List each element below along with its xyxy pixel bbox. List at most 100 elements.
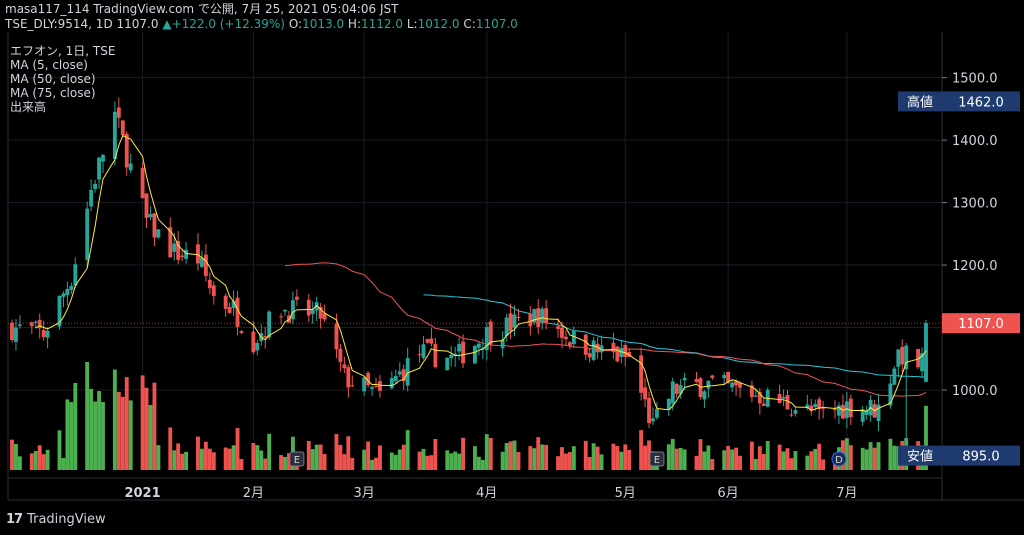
volume-bar xyxy=(57,430,62,470)
volume-bar xyxy=(259,450,264,470)
tradingview-brand[interactable]: 17 TradingView xyxy=(6,512,106,527)
candle-body xyxy=(37,320,42,329)
volume-bar xyxy=(544,444,549,470)
candle-body xyxy=(785,395,790,410)
candle-body xyxy=(267,311,272,338)
candle-body xyxy=(556,326,560,329)
volume-bar xyxy=(421,448,426,470)
volume-bar xyxy=(45,449,50,470)
volume-bar xyxy=(813,448,818,470)
candle-body xyxy=(239,330,244,333)
candle-body xyxy=(10,322,14,341)
open-label: O: xyxy=(288,17,303,31)
candle-body xyxy=(61,293,66,297)
volume-bar xyxy=(180,453,185,470)
candle-body xyxy=(310,309,315,314)
volume-bar xyxy=(876,442,881,470)
candle-body xyxy=(655,409,659,418)
candle-body xyxy=(294,296,299,300)
brand-name: TradingView xyxy=(27,512,106,527)
volume-bar xyxy=(73,382,78,470)
candle-body xyxy=(900,346,905,365)
volume-bar xyxy=(251,443,256,470)
volume-bar xyxy=(627,449,632,470)
candle-body xyxy=(101,154,105,162)
price-chart[interactable]: EED1000.01100.01200.01300.01400.01500.02… xyxy=(0,32,1024,509)
volume-bar xyxy=(393,454,398,470)
volume-bar xyxy=(314,444,319,470)
volume-bar xyxy=(844,438,849,470)
volume-bar xyxy=(611,443,616,470)
candle-body xyxy=(97,157,101,180)
volume-bar xyxy=(872,447,877,470)
volume-bar xyxy=(207,448,212,470)
chart-header: masa117_114 TradingView.com で公開, 7月 25, … xyxy=(0,0,1024,32)
volume-bar xyxy=(587,456,592,470)
volume-bar xyxy=(757,446,762,470)
candle-body xyxy=(564,336,568,340)
candle-body xyxy=(362,377,367,392)
candle-body xyxy=(892,368,897,385)
candle-body xyxy=(473,345,477,364)
candle-body xyxy=(389,378,394,389)
last-price: 1107.0 xyxy=(116,17,159,31)
candle-body xyxy=(678,385,683,394)
volume-bar xyxy=(124,377,129,470)
candle-body xyxy=(813,404,818,408)
candle-body xyxy=(567,342,572,346)
volume-bar xyxy=(172,450,177,470)
candle-body xyxy=(69,285,74,291)
volume-bar xyxy=(516,452,521,470)
candle-body xyxy=(777,394,782,403)
legend-volume: 出来高 xyxy=(10,100,47,114)
volume-bar xyxy=(809,451,814,470)
volume-bar xyxy=(540,444,545,470)
volume-bar xyxy=(239,458,244,470)
volume-bar xyxy=(457,453,462,470)
price-tick-label: 1400.0 xyxy=(952,134,998,149)
candle-body xyxy=(544,308,549,324)
candle-body xyxy=(536,308,541,327)
volume-bar xyxy=(532,448,537,470)
symbol-info: TSE_DLY:9514, 1D 1107.0 ▲+122.0 (+12.39%… xyxy=(5,17,518,31)
volume-bar xyxy=(473,446,477,470)
price-tick-label: 1200.0 xyxy=(952,259,998,274)
volume-bar xyxy=(120,396,125,470)
volume-bar xyxy=(706,445,711,470)
volume-bar xyxy=(17,456,22,470)
volume-bar xyxy=(93,401,98,470)
volume-bar xyxy=(374,457,378,470)
event-marker-label: E xyxy=(294,455,300,466)
low-badge-value: 895.0 xyxy=(962,450,999,465)
volume-bar xyxy=(405,430,410,470)
volume-bar xyxy=(425,455,430,470)
volume-bar xyxy=(429,455,434,470)
volume-bar xyxy=(203,441,208,470)
volume-bar xyxy=(366,441,371,470)
candle-body xyxy=(41,330,46,337)
volume-bar xyxy=(279,455,283,470)
time-tick-label: 4月 xyxy=(476,486,497,501)
legend-ma5: MA (5, close) xyxy=(10,58,88,72)
candle-body xyxy=(615,346,620,362)
event-marker-label: E xyxy=(654,455,660,466)
volume-bar xyxy=(698,439,703,470)
candle-body xyxy=(429,338,434,344)
volume-bar xyxy=(29,453,34,470)
candle-body xyxy=(65,288,70,296)
volume-bar xyxy=(674,448,679,470)
candle-body xyxy=(421,344,426,358)
candle-body xyxy=(639,355,644,393)
volume-bar xyxy=(888,438,893,470)
volume-bar xyxy=(322,453,327,470)
volume-bar xyxy=(817,443,822,470)
volume-bar xyxy=(417,451,422,470)
volume-bar xyxy=(777,444,782,470)
candle-body xyxy=(449,354,454,359)
candle-body xyxy=(682,377,687,381)
volume-bar xyxy=(615,446,620,470)
candle-body xyxy=(45,330,50,338)
candle-body xyxy=(172,243,177,252)
up-triangle-icon: ▲ xyxy=(162,17,172,31)
candle-body xyxy=(730,382,735,388)
